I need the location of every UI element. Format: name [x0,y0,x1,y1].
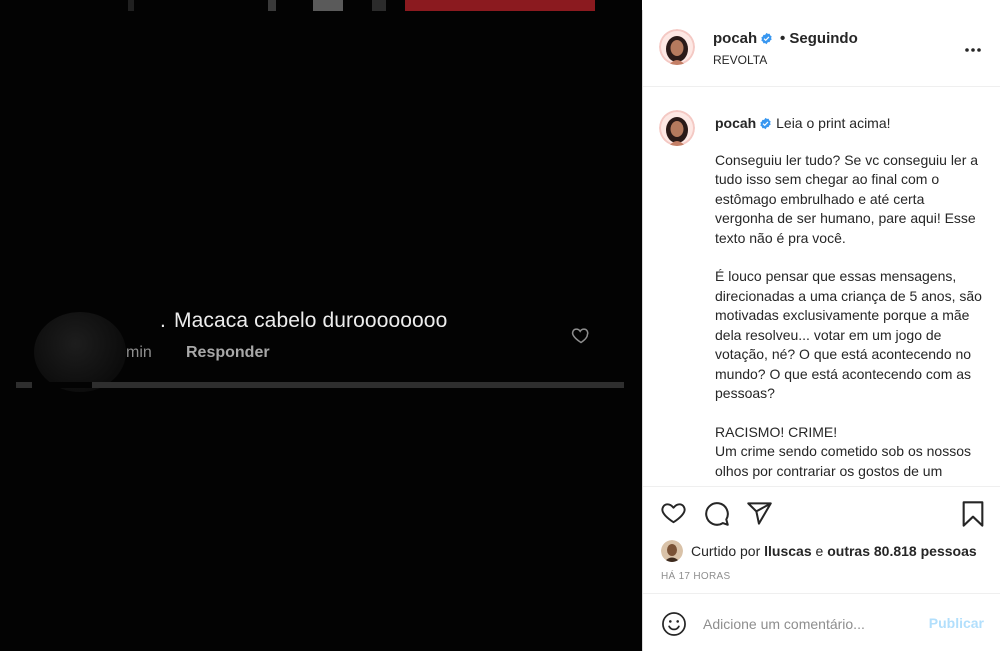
verified-icon [761,32,772,45]
media-progress-gap [32,382,92,388]
top-strip-segment [268,0,276,11]
post-timestamp[interactable]: HÁ 17 HORAS [661,571,730,582]
screenshot-reply-label: Responder [186,344,270,361]
caption-username[interactable]: pocah [715,115,756,131]
post-caption: pocah Leia o print acima! Conseguiu ler … [715,114,985,485]
top-strip-segment [313,0,343,11]
post-media[interactable]: . Macaca cabelo duroooooooo min Responde… [0,0,642,651]
blurred-avatar [34,312,126,392]
bookmark-icon[interactable] [961,500,985,528]
emoji-icon[interactable] [661,611,687,637]
media-progress-bar [16,382,624,388]
caption-paragraph: É louco pensar que essas mensagens, dire… [715,268,982,401]
heart-icon [571,325,591,345]
post-username[interactable]: pocah [713,30,773,47]
publish-button[interactable]: Publicar [929,615,984,631]
likes-middle: e [815,543,824,559]
likes-prefix: Curtido por [691,543,761,559]
top-strip-segment [128,0,134,11]
caption-first-line: pocah Leia o print acima! [715,114,985,134]
avatar[interactable] [661,540,683,562]
avatar[interactable] [659,29,695,65]
comment-icon[interactable] [703,500,730,527]
caption-first-text: Leia o print acima! [776,115,891,131]
heart-icon[interactable] [660,500,687,526]
screenshot-comment-text: Macaca cabelo duroooooooo [174,309,448,332]
likes-user[interactable]: lluscas [764,543,811,559]
caption-paragraph: Conseguiu ler tudo? Se vc conseguiu ler … [715,151,979,246]
caption-paragraph: RACISMO! CRIME! [715,423,838,440]
more-icon[interactable] [964,40,982,52]
caption-area: pocah Leia o print acima! Conseguiu ler … [643,88,1000,485]
screenshot-comment-time: min [126,344,152,361]
post-header: pocah • Seguindo REVOLTA [643,10,1000,87]
post-actions: Curtido por lluscas e outras 80.818 pess… [643,486,1000,651]
comment-input[interactable] [703,612,913,636]
top-strip-segment [372,0,386,11]
likes-summary: Curtido por lluscas e outras 80.818 pess… [661,540,977,562]
share-icon[interactable] [746,500,773,527]
post-panel: pocah • Seguindo REVOLTA pocah Leia o pr… [642,10,1000,651]
avatar[interactable] [659,110,695,146]
comment-form: Publicar [643,593,1000,651]
post-location[interactable]: REVOLTA [713,53,767,67]
comment-dot: . [160,309,166,332]
top-strip-segment [405,0,595,11]
likes-others[interactable]: outras 80.818 pessoas [827,543,976,559]
username-text[interactable]: pocah [713,30,757,47]
follow-status[interactable]: • Seguindo [780,30,858,47]
verified-icon [760,117,771,130]
caption-paragraph: Um crime sendo cometido sob os nossos ol… [715,443,971,485]
